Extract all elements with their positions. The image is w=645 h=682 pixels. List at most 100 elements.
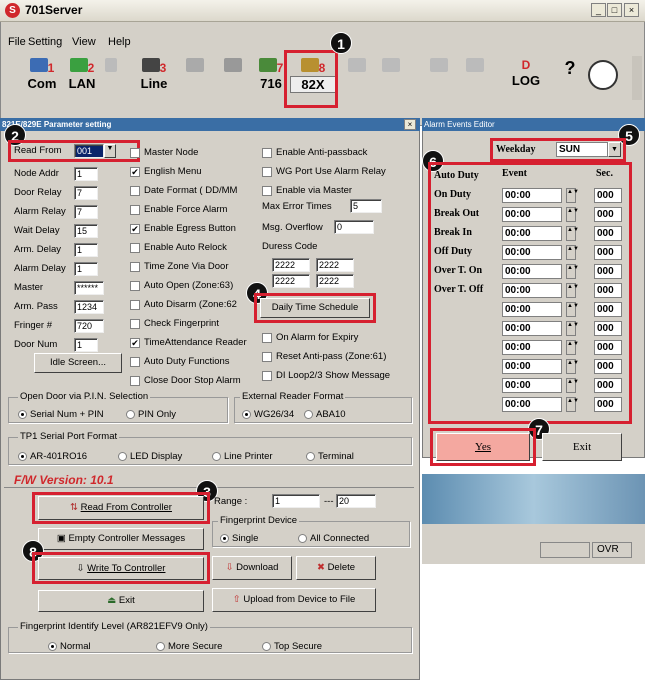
spinner-icon[interactable]: ▲▼ xyxy=(566,397,579,412)
checkbox[interactable] xyxy=(130,243,140,253)
field-input[interactable]: 1234 xyxy=(74,300,104,314)
menu-view[interactable]: View xyxy=(72,36,96,48)
radio-aba10[interactable] xyxy=(304,410,313,419)
checkbox[interactable] xyxy=(130,300,140,310)
field-input[interactable]: ****** xyxy=(74,281,104,295)
radio-single[interactable] xyxy=(220,534,229,543)
checkbox[interactable]: ✔ xyxy=(130,338,140,348)
event-time-input[interactable]: 00:00 xyxy=(502,397,562,412)
toolbar-line-button[interactable]: 3 Line xyxy=(136,58,172,98)
radio-serial-pin[interactable] xyxy=(18,410,27,419)
checkbox[interactable] xyxy=(130,319,140,329)
spinner-icon[interactable]: ▲▼ xyxy=(566,226,579,241)
event-sec-input[interactable]: 000 xyxy=(594,321,622,336)
range-from-input[interactable]: 1 xyxy=(272,494,320,508)
field-input[interactable]: 1 xyxy=(74,167,98,181)
yes-button[interactable]: Yes xyxy=(436,433,530,461)
checkbox[interactable] xyxy=(262,148,272,158)
event-time-input[interactable]: 00:00 xyxy=(502,264,562,279)
dialog-exit-button[interactable]: ⏏ Exit xyxy=(38,590,204,612)
chevron-down-icon[interactable]: ▼ xyxy=(104,144,116,158)
weekday-chevron-icon[interactable]: ▼ xyxy=(608,142,621,157)
write-to-controller-button[interactable]: ⇩ Write To Controller xyxy=(38,557,204,580)
radio-wg2634[interactable] xyxy=(242,410,251,419)
clock-icon[interactable] xyxy=(588,60,618,90)
field-input[interactable]: 1 xyxy=(74,262,98,276)
event-sec-input[interactable]: 000 xyxy=(594,207,622,222)
event-sec-input[interactable]: 000 xyxy=(594,226,622,241)
checkbox[interactable] xyxy=(130,262,140,272)
event-time-input[interactable]: 00:00 xyxy=(502,188,562,203)
toolbar-link-button[interactable] xyxy=(380,58,402,98)
menu-help[interactable]: Help xyxy=(108,36,131,48)
toolbar-signal-button[interactable] xyxy=(464,58,486,98)
checkbox[interactable] xyxy=(130,148,140,158)
range-to-input[interactable]: 20 xyxy=(336,494,376,508)
spinner-icon[interactable]: ▲▼ xyxy=(566,264,579,279)
weekday-select[interactable]: SUN xyxy=(556,142,608,157)
duress-code-1[interactable]: 2222 xyxy=(272,258,310,272)
field-input[interactable]: 15 xyxy=(74,224,98,238)
download-button[interactable]: ⇩ Download xyxy=(212,556,292,580)
duress-code-4[interactable]: 2222 xyxy=(316,274,354,288)
checkbox[interactable]: ✔ xyxy=(130,224,140,234)
spinner-icon[interactable]: ▲▼ xyxy=(566,283,579,298)
toolbar-device-button[interactable] xyxy=(184,58,206,98)
radio-more-secure[interactable] xyxy=(156,642,165,651)
toolbar-monitor-button[interactable] xyxy=(428,58,450,98)
daily-time-schedule-button[interactable]: Daily Time Schedule xyxy=(260,298,370,318)
duress-code-2[interactable]: 2222 xyxy=(316,258,354,272)
event-time-input[interactable]: 00:00 xyxy=(502,378,562,393)
toolbar-716-button[interactable]: 7 716 xyxy=(254,58,288,98)
msg-overflow-input[interactable]: 0 xyxy=(334,220,374,234)
toolbar-tool-button[interactable] xyxy=(346,58,368,98)
dialog-close-button[interactable]: × xyxy=(404,119,416,130)
duress-code-3[interactable]: 2222 xyxy=(272,274,310,288)
checkbox[interactable] xyxy=(262,371,272,381)
field-input[interactable]: 1 xyxy=(74,243,98,257)
field-input[interactable]: 1 xyxy=(74,338,98,352)
checkbox[interactable] xyxy=(130,376,140,386)
event-sec-input[interactable]: 000 xyxy=(594,283,622,298)
field-input[interactable]: 720 xyxy=(74,319,104,333)
radio-pin-only[interactable] xyxy=(126,410,135,419)
spinner-icon[interactable]: ▲▼ xyxy=(566,321,579,336)
close-button[interactable]: × xyxy=(624,3,639,17)
event-sec-input[interactable]: 000 xyxy=(594,397,622,412)
field-input[interactable]: 7 xyxy=(74,205,98,219)
radio-terminal[interactable] xyxy=(306,452,315,461)
spinner-icon[interactable]: ▲▼ xyxy=(566,302,579,317)
read-from-select[interactable]: 001 xyxy=(74,144,104,158)
checkbox[interactable] xyxy=(262,186,272,196)
spinner-icon[interactable]: ▲▼ xyxy=(566,245,579,260)
field-input[interactable]: 7 xyxy=(74,186,98,200)
max-error-input[interactable]: 5 xyxy=(350,199,382,213)
toolbar-lan-button[interactable]: 2 LAN xyxy=(64,58,100,98)
spinner-icon[interactable]: ▲▼ xyxy=(566,359,579,374)
spinner-icon[interactable]: ▲▼ xyxy=(566,340,579,355)
checkbox[interactable] xyxy=(130,281,140,291)
toolbar-log-button[interactable]: D LOG xyxy=(506,58,546,98)
spinner-icon[interactable]: ▲▼ xyxy=(566,207,579,222)
spinner-icon[interactable]: ▲▼ xyxy=(566,188,579,203)
event-sec-input[interactable]: 000 xyxy=(594,378,622,393)
event-sec-input[interactable]: 000 xyxy=(594,264,622,279)
checkbox[interactable] xyxy=(262,352,272,362)
toolbar-scroll[interactable] xyxy=(632,56,642,100)
event-time-input[interactable]: 00:00 xyxy=(502,245,562,260)
checkbox[interactable]: ✔ xyxy=(130,167,140,177)
spinner-icon[interactable]: ▲▼ xyxy=(566,378,579,393)
event-sec-input[interactable]: 000 xyxy=(594,245,622,260)
idle-screen-button[interactable]: Idle Screen... xyxy=(34,353,122,373)
radio-ar401[interactable] xyxy=(18,452,27,461)
event-time-input[interactable]: 00:00 xyxy=(502,340,562,355)
radio-all-connected[interactable] xyxy=(298,534,307,543)
help-icon[interactable]: ? xyxy=(560,58,580,98)
radio-led[interactable] xyxy=(118,452,127,461)
toolbar-reader-button[interactable] xyxy=(222,58,244,98)
checkbox[interactable] xyxy=(130,357,140,367)
event-time-input[interactable]: 00:00 xyxy=(502,321,562,336)
radio-line-printer[interactable] xyxy=(212,452,221,461)
upload-button[interactable]: ⇧ Upload from Device to File xyxy=(212,588,376,612)
alarm-exit-button[interactable]: Exit xyxy=(542,433,622,461)
